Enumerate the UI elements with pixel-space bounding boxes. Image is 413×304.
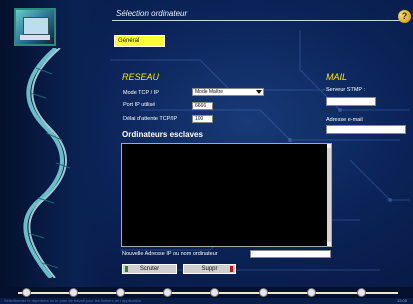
new-address-input[interactable] xyxy=(250,250,331,258)
new-address-label: Nouvelle Adresse IP ou nom ordinateur xyxy=(122,251,218,257)
window-title: Sélection ordinateur xyxy=(116,9,188,18)
computer-logo-icon xyxy=(14,8,56,46)
scan-button[interactable]: Scruter xyxy=(122,264,177,274)
scan-indicator-icon xyxy=(125,266,128,272)
scroll-up-icon[interactable] xyxy=(327,144,331,148)
step-2-icon[interactable] xyxy=(69,288,78,297)
dna-helix-graphic xyxy=(23,48,71,278)
help-icon[interactable]: ? xyxy=(398,10,411,23)
smtp-input[interactable] xyxy=(326,97,376,106)
email-label: Adresse e-mail xyxy=(326,117,363,123)
chevron-down-icon xyxy=(256,90,262,94)
delay-label: Délai d'attente TCP/IP xyxy=(123,116,178,122)
step-5-icon[interactable] xyxy=(210,288,219,297)
port-label: Port IP utilisé xyxy=(123,102,156,108)
mail-heading: MAIL xyxy=(326,72,348,82)
delay-input[interactable]: 100 xyxy=(192,115,213,123)
tab-general[interactable]: Général xyxy=(114,35,165,47)
slaves-list[interactable] xyxy=(121,143,332,247)
slaves-heading: Ordinateurs esclaves xyxy=(122,130,203,139)
delete-indicator-icon xyxy=(230,266,233,272)
tcp-mode-label: Mode TCP / IP xyxy=(123,90,159,96)
step-3-icon[interactable] xyxy=(116,288,125,297)
reseau-heading: RESEAU xyxy=(122,72,160,82)
port-input[interactable]: 6666 xyxy=(192,102,213,110)
tcp-mode-value: Mode Maître xyxy=(195,89,224,95)
status-time: 12:00 xyxy=(396,298,407,303)
title-divider xyxy=(112,20,400,21)
scroll-down-icon[interactable] xyxy=(327,242,331,246)
tcp-mode-select[interactable]: Mode Maître xyxy=(192,88,264,96)
step-7-icon[interactable] xyxy=(307,288,316,297)
delete-button[interactable]: Suppr xyxy=(183,264,236,274)
email-input[interactable] xyxy=(326,125,406,134)
scan-button-label: Scruter xyxy=(139,266,160,272)
status-text: Sélectionner le répertoire ou le plan de… xyxy=(4,298,142,303)
slaves-scrollbar[interactable] xyxy=(327,144,331,246)
smtp-label: Serveur STMP : xyxy=(326,87,366,93)
status-bar: Sélectionner le répertoire ou le plan de… xyxy=(0,298,413,304)
step-6-icon[interactable] xyxy=(259,288,268,297)
step-4-icon[interactable] xyxy=(163,288,172,297)
step-1-icon[interactable] xyxy=(22,288,31,297)
delete-button-label: Suppr xyxy=(201,266,218,272)
step-8-icon[interactable] xyxy=(357,288,366,297)
